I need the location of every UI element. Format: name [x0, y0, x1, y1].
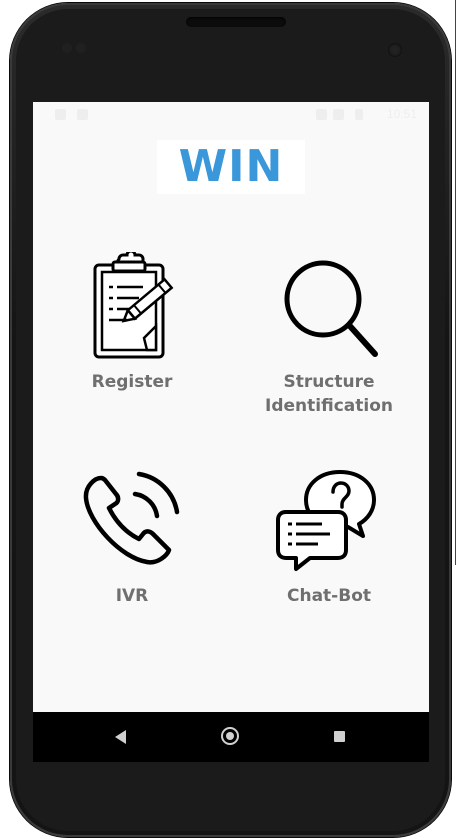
- signal-icon: [333, 109, 344, 120]
- recent-square-icon[interactable]: [334, 731, 345, 742]
- navigation-bar: [33, 712, 429, 762]
- chat-bot-label: Chat-Bot: [287, 586, 371, 606]
- register-label: Register: [91, 372, 173, 392]
- screenshot-edge-line: [455, 0, 456, 565]
- ivr-button[interactable]: IVR: [57, 464, 207, 608]
- notification-icon: [55, 109, 66, 120]
- front-camera: [388, 43, 402, 57]
- magnifier-icon: [284, 260, 378, 357]
- sd-card-icon: [77, 109, 88, 120]
- structure-identification-label: Structure Identification: [265, 372, 393, 416]
- app-screen: 10:51 WIN Register Structure Identificat…: [33, 102, 429, 762]
- proximity-sensor: [62, 43, 72, 53]
- logo-text: WIN: [178, 141, 284, 192]
- wifi-icon: [316, 109, 327, 120]
- structure-identification-button[interactable]: Structure Identification: [254, 252, 404, 418]
- earpiece-speaker: [186, 17, 286, 27]
- status-time: 10:51: [386, 107, 417, 121]
- back-triangle-icon[interactable]: [115, 730, 126, 744]
- home-circle-icon[interactable]: [221, 727, 239, 745]
- phone-call-icon: [83, 471, 180, 565]
- light-sensor: [76, 43, 86, 53]
- register-button[interactable]: Register: [57, 252, 207, 394]
- ivr-label: IVR: [115, 586, 149, 606]
- chat-question-icon: [276, 470, 376, 571]
- status-bar: 10:51: [33, 102, 429, 126]
- battery-icon: [355, 109, 363, 120]
- chat-bot-button[interactable]: Chat-Bot: [254, 464, 404, 608]
- clipboard-pencil-icon: [93, 252, 174, 359]
- app-logo: WIN: [157, 140, 305, 194]
